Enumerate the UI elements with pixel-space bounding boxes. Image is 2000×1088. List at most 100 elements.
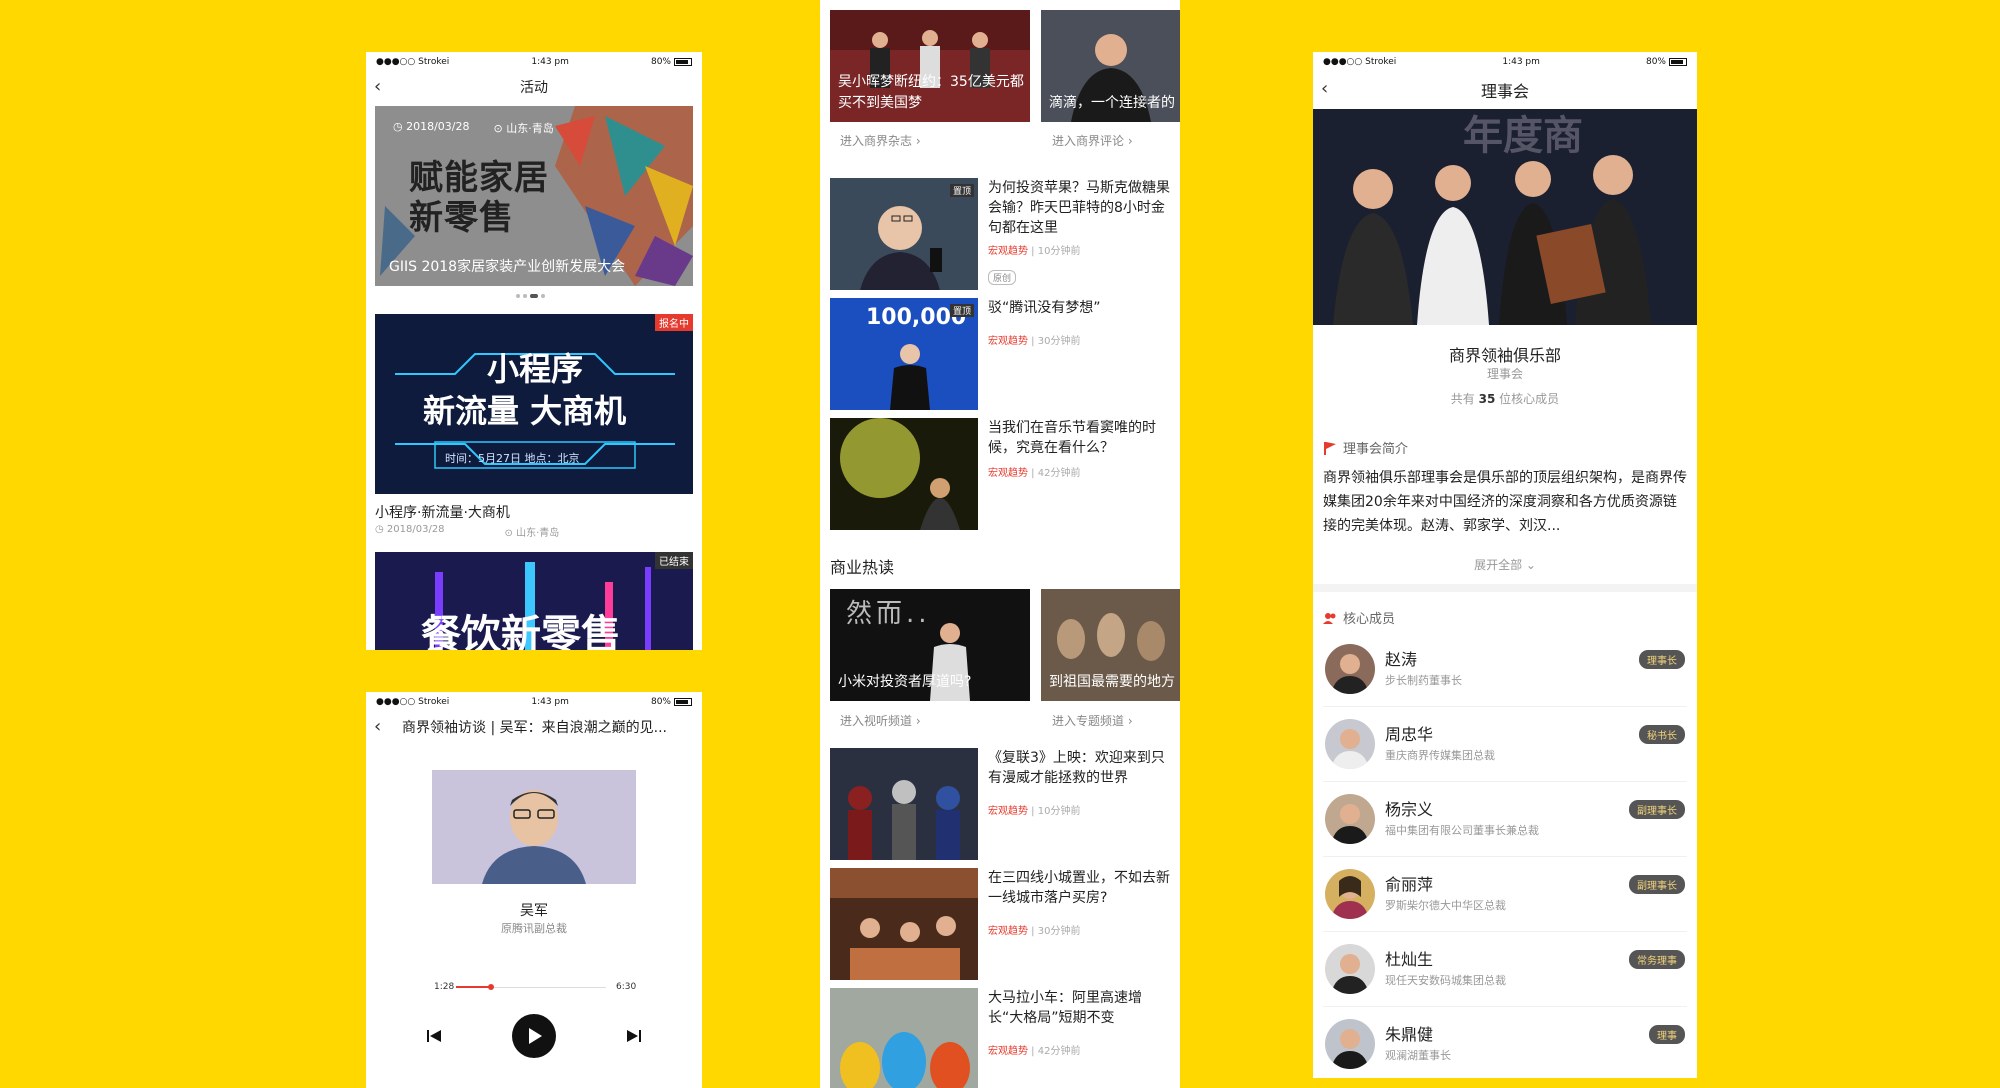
activity-screen: ●●●○○ Strokei 1:43 pm 80% ‹ 活动 ◷ 2018/03…: [366, 52, 702, 650]
member-row[interactable]: 朱鼎健 观澜湖董事长 理事: [1323, 1007, 1687, 1078]
member-role-badge: 理事长: [1639, 650, 1685, 669]
member-name: 周忠华: [1385, 725, 1434, 744]
carrier-label: ●●●○○ Strokei: [376, 57, 450, 67]
news-item[interactable]: 100,000 置顶 驳“腾讯没有梦想” 宏观趋势 | 30分钟前: [830, 298, 1180, 410]
progress-knob[interactable]: [487, 984, 494, 990]
club-subtitle: 理事会: [1486, 367, 1523, 381]
card-caption: 小米对投资者厚道吗?: [838, 674, 972, 690]
back-chevron-icon[interactable]: ‹: [1321, 78, 1328, 99]
news-thumbnail: 置顶: [830, 178, 978, 290]
status-bar: ●●●○○ Strokei 1:43 pm 80%: [366, 52, 702, 72]
nav-bar: ‹ 商界领袖访谈 | 吴军：来自浪潮之巅的见...: [366, 712, 702, 742]
event-title[interactable]: 小程序·新流量·大商机: [375, 502, 510, 522]
member-role-badge: 理事: [1649, 1025, 1685, 1044]
pinned-badge: 置顶: [949, 184, 974, 197]
members-heading: 核心成员: [1323, 608, 1395, 627]
pinned-badge: 置顶: [949, 304, 974, 317]
guest-name: 吴军: [520, 903, 548, 919]
poster-when: 时间：5月27日 地点：北京: [445, 452, 580, 465]
member-row[interactable]: 俞丽萍 罗斯柴尔德大中华区总裁 副理事长: [1323, 857, 1687, 932]
intro-heading: 理事会简介: [1323, 438, 1408, 457]
news-item[interactable]: 当我们在音乐节看窦唯的时候，究竟在看什么？ 宏观趋势 | 42分钟前: [830, 418, 1180, 530]
news-meta: 宏观趋势 | 42分钟前: [988, 1046, 1081, 1057]
clock-label: 1:43 pm: [1502, 57, 1540, 67]
battery-icon: [673, 697, 692, 706]
news-thumbnail: [830, 748, 978, 860]
video-card[interactable]: 然而.. 小米对投资者厚道吗?: [830, 589, 1030, 701]
member-name: 杨宗义: [1385, 800, 1434, 819]
event-card-poster[interactable]: 报名中 小程序 新流量 大商机 时间：5月27日 地点：北京: [375, 314, 693, 494]
member-role-badge: 副理事长: [1629, 800, 1685, 819]
member-row[interactable]: 杨宗义 福中集团有限公司董事长兼总裁 副理事长: [1323, 782, 1687, 857]
progress-track[interactable]: [456, 984, 606, 990]
back-chevron-icon[interactable]: ‹: [374, 716, 381, 737]
event-banner[interactable]: ◷ 2018/03/28 ⊙ 山东·青岛 赋能家居 新零售 GIIS 2018家…: [375, 106, 693, 286]
news-item[interactable]: 《复联3》上映：欢迎来到只有漫威才能拯救的世界 宏观趋势 | 10分钟前: [830, 748, 1180, 860]
banner-location: ⊙ 山东·青岛: [493, 122, 554, 135]
carrier-label: ●●●○○ Strokei: [1323, 57, 1397, 67]
news-item[interactable]: 大马拉小车：阿里高速增长“大格局”短期不变 宏观趋势 | 42分钟前: [830, 988, 1180, 1088]
member-row[interactable]: 赵涛 步长制药董事长 理事长: [1323, 632, 1687, 707]
progress-fill: [456, 986, 491, 988]
member-name: 赵涛: [1385, 650, 1418, 669]
audio-progress[interactable]: 1:28 6:30: [434, 982, 637, 992]
member-desc: 步长制药董事长: [1385, 674, 1462, 687]
status-bar: ●●●○○ Strokei 1:43 pm 80%: [1313, 52, 1697, 72]
member-avatar: [1325, 719, 1375, 769]
news-thumbnail: [830, 868, 978, 980]
play-icon: [529, 1028, 542, 1044]
review-link[interactable]: 进入商界评论 ›: [1052, 132, 1133, 149]
news-item[interactable]: 在三四线小城置业，不如去新一线城市落户买房? 宏观趋势 | 30分钟前: [830, 868, 1180, 980]
news-title: 《复联3》上映：欢迎来到只有漫威才能拯救的世界: [988, 750, 1165, 786]
banner-caption: GIIS 2018家居家装产业创新发展大会: [389, 259, 626, 275]
page-title: 商界领袖访谈 | 吴军：来自浪潮之巅的见...: [402, 720, 667, 736]
status-badge: 已结束: [655, 552, 693, 569]
news-meta: 宏观趋势 | 10分钟前: [988, 246, 1081, 257]
back-chevron-icon[interactable]: ‹: [374, 76, 381, 97]
member-count: 共有 35 位核心成员: [1450, 392, 1560, 406]
event-location: ⊙ 山东·青岛: [504, 528, 560, 539]
hero-backdrop-text: 年度商: [1463, 113, 1583, 159]
member-name: 朱鼎健: [1385, 1025, 1434, 1044]
flag-icon: [1324, 441, 1336, 455]
nav-bar: ‹ 活动: [366, 72, 702, 102]
magazine-link[interactable]: 进入商界杂志 ›: [840, 132, 921, 149]
status-badge: 报名中: [655, 314, 693, 331]
event-card-poster-2[interactable]: 已结束 餐饮新零售: [375, 552, 693, 650]
award-ceremony-photo: 年度商: [1313, 109, 1697, 325]
topic-link[interactable]: 进入专题频道 ›: [1052, 712, 1133, 729]
news-item[interactable]: 置顶 为何投资苹果？马斯克做糖果会输？昨天巴菲特的8小时金句都在这里 宏观趋势 …: [830, 178, 1180, 290]
video-link[interactable]: 进入视听频道 ›: [840, 712, 921, 729]
member-avatar: [1325, 794, 1375, 844]
news-title: 大马拉小车：阿里高速增长“大格局”短期不变: [988, 990, 1142, 1026]
member-row[interactable]: 杜灿生 现任天安数码城集团总裁 常务理事: [1323, 932, 1687, 1007]
member-avatar: [1325, 869, 1375, 919]
member-desc: 福中集团有限公司董事长兼总裁: [1385, 824, 1539, 837]
member-role-badge: 秘书长: [1639, 725, 1685, 744]
news-title: 驳“腾讯没有梦想”: [988, 300, 1101, 316]
news-title: 当我们在音乐节看窦唯的时候，究竟在看什么？: [988, 420, 1156, 456]
page-title: 理事会: [1480, 82, 1529, 101]
time-total: 6:30: [616, 982, 637, 992]
topic-card[interactable]: 到祖国最需要的地方: [1041, 589, 1180, 701]
card-caption: 吴小晖梦断纽约：35亿美元都买不到美国梦: [838, 74, 1024, 111]
news-meta: 宏观趋势 | 42分钟前: [988, 468, 1081, 479]
member-desc: 重庆商界传媒集团总裁: [1385, 749, 1495, 762]
member-row[interactable]: 周忠华 重庆商界传媒集团总裁 秘书长: [1323, 707, 1687, 782]
skip-next-icon[interactable]: [626, 1028, 642, 1044]
expand-all-button[interactable]: 展开全部 ⌄: [1313, 556, 1697, 573]
banner-art-title: 赋能家居 新零售: [409, 158, 549, 238]
guest-title: 原腾讯副总裁: [501, 922, 567, 935]
play-button[interactable]: [512, 1014, 556, 1058]
review-card[interactable]: 滴滴，一个连接者的: [1041, 10, 1180, 122]
news-meta: 宏观趋势 | 30分钟前: [988, 336, 1081, 347]
skip-previous-icon[interactable]: [426, 1028, 442, 1044]
news-thumbnail: [830, 418, 978, 530]
poster-art-line2: 新流量 大商机: [423, 392, 627, 430]
carousel-dots: [516, 294, 545, 298]
battery-icon: [673, 57, 692, 66]
magazine-card[interactable]: 吴小晖梦断纽约：35亿美元都买不到美国梦: [830, 10, 1030, 122]
council-screen: ●●●○○ Strokei 1:43 pm 80% ‹ 理事会 年度商 商界领袖…: [1313, 52, 1697, 1078]
member-desc: 罗斯柴尔德大中华区总裁: [1385, 899, 1506, 912]
news-thumbnail: 100,000 置顶: [830, 298, 978, 410]
